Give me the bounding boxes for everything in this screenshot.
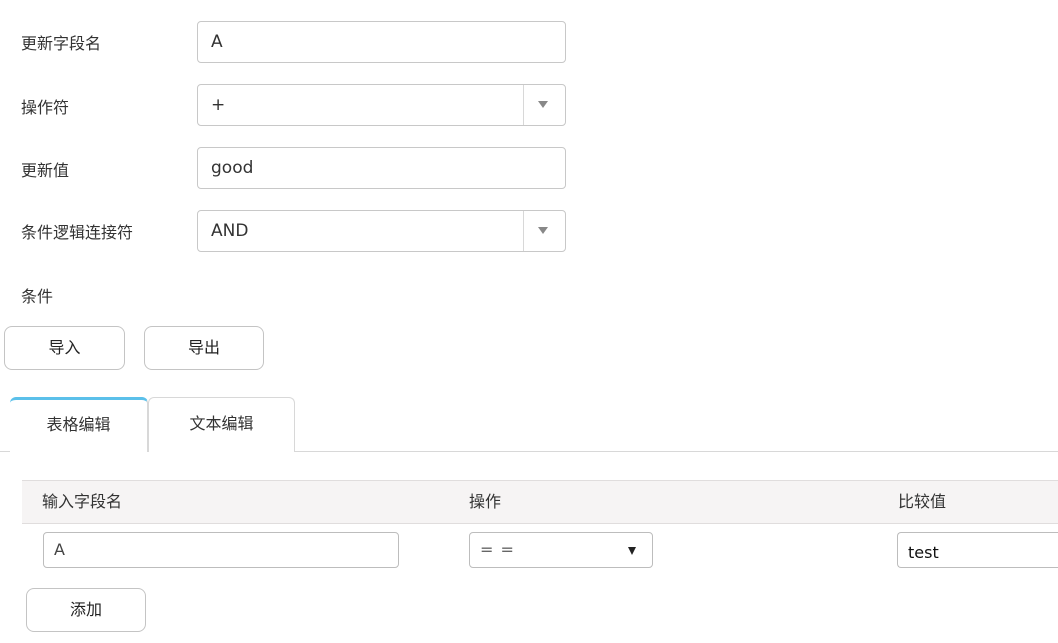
logic-connector-label: 条件逻辑连接符 bbox=[21, 223, 134, 242]
caret-down-icon[interactable] bbox=[538, 227, 548, 234]
operator-select[interactable]: + bbox=[197, 84, 566, 126]
row-operation-value: = = bbox=[480, 540, 515, 559]
row-operation-select[interactable]: = = bbox=[469, 532, 653, 568]
export-button[interactable]: 导出 bbox=[144, 326, 264, 370]
caret-down-icon[interactable] bbox=[538, 101, 548, 108]
import-button[interactable]: 导入 bbox=[4, 326, 125, 370]
select-divider bbox=[523, 211, 524, 251]
update-value-label: 更新值 bbox=[21, 161, 70, 180]
row-field-value: A bbox=[54, 540, 65, 559]
row-compare-value: test bbox=[908, 543, 939, 562]
operator-label: 操作符 bbox=[21, 98, 70, 117]
update-value-text: good bbox=[211, 158, 254, 178]
tab-table-edit[interactable]: 表格编辑 bbox=[10, 397, 148, 452]
column-header-compare: 比较值 bbox=[898, 492, 947, 511]
update-field-label: 更新字段名 bbox=[21, 34, 102, 53]
select-divider bbox=[523, 85, 524, 125]
add-condition-button[interactable]: 添加 bbox=[26, 588, 146, 632]
operator-value: + bbox=[211, 95, 226, 115]
row-field-input[interactable]: A bbox=[43, 532, 399, 568]
update-field-input[interactable]: A bbox=[197, 21, 566, 63]
column-header-field: 输入字段名 bbox=[42, 492, 123, 511]
condition-label: 条件 bbox=[21, 287, 54, 306]
logic-connector-select[interactable]: AND bbox=[197, 210, 566, 252]
caret-down-icon[interactable] bbox=[628, 547, 636, 555]
column-header-operation: 操作 bbox=[469, 492, 502, 511]
condition-table-header: 输入字段名 操作 比较值 bbox=[22, 480, 1058, 524]
row-compare-input[interactable]: test bbox=[897, 532, 1058, 568]
logic-connector-value: AND bbox=[211, 221, 249, 241]
tab-text-edit[interactable]: 文本编辑 bbox=[148, 397, 295, 452]
update-value-input[interactable]: good bbox=[197, 147, 566, 189]
update-field-value: A bbox=[211, 32, 223, 52]
